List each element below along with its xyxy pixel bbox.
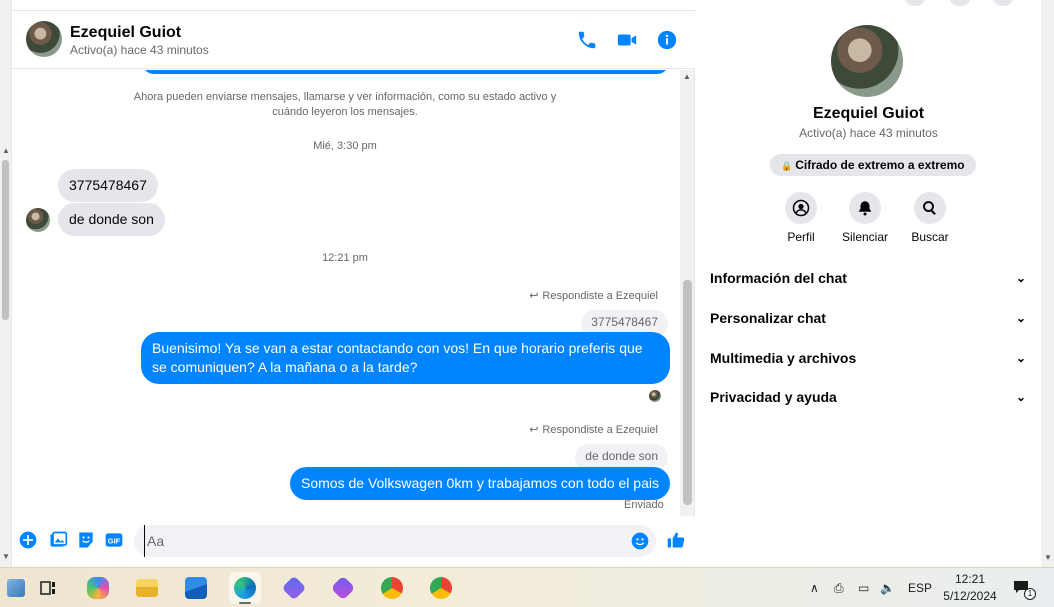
contact-profile-avatar[interactable] [831,25,903,97]
svg-text:GIF: GIF [108,536,121,545]
active-app-indicator [239,602,251,604]
chevron-down-icon: ⌄ [1015,271,1026,285]
search-icon[interactable] [914,192,946,224]
sent-status: Enviado [624,499,664,511]
message-input-wrapper[interactable] [134,525,656,557]
mail-icon[interactable] [180,572,212,604]
message-input[interactable] [144,525,614,557]
gif-icon[interactable]: GIF [104,530,124,550]
chat-scroll-thumb[interactable] [683,280,692,505]
scroll-up-arrow-icon[interactable]: ▲ [2,146,10,155]
info-contact-name: Ezequiel Guiot [812,105,925,122]
timestamp: Mié, 3:30 pm [313,140,377,152]
reply-arrow-icon: ↩ [529,290,539,302]
section-media-files[interactable]: Multimedia y archivos ⌄ [710,340,1026,376]
reply-arrow-icon: ↩ [529,424,539,436]
lock-icon: 🔒 [781,161,793,171]
message-list[interactable]: Ahora pueden enviarse mensajes, llamarse… [12,70,680,516]
scroll-down-arrow-icon[interactable]: ▼ [2,552,10,561]
copilot-app-icon[interactable] [327,572,359,604]
profile-action[interactable]: Perfil [766,192,836,244]
composer: GIF [12,516,695,568]
chevron-down-icon: ⌄ [1015,351,1026,365]
volume-icon[interactable]: 🔈 [880,568,895,607]
like-icon[interactable] [666,530,686,550]
incoming-message[interactable]: 3775478467 [58,169,158,202]
chevron-down-icon: ⌄ [1015,390,1026,404]
meet-now-icon[interactable]: ⎙ [834,568,844,607]
chrome-icon[interactable] [425,572,457,604]
emoji-icon[interactable] [630,531,650,551]
profile-label: Perfil [787,230,815,244]
plus-icon[interactable] [18,530,38,550]
reply-note: ↩ Respondiste a Ezequiel [529,290,658,302]
section-customize-chat[interactable]: Personalizar chat ⌄ [710,300,1026,336]
left-scrollbar[interactable]: ▲ ▼ [0,0,12,567]
phone-icon[interactable] [576,29,598,51]
top-strip [695,0,1041,10]
chat-header: Ezequiel Guiot Activo(a) hace 43 minutos [12,11,695,69]
chrome-profile-icon[interactable] [376,572,408,604]
scroll-down-arrow-icon[interactable]: ▼ [1044,553,1052,562]
widgets-icon[interactable] [0,572,32,604]
outgoing-message[interactable]: Buenisimo! Ya se van a estar contactando… [141,332,670,384]
outgoing-message[interactable]: Somos de Volkswagen 0km y trabajamos con… [290,467,670,500]
clock-time: 12:21 [954,572,986,586]
show-hidden-icons-icon[interactable]: ∧ [810,568,819,607]
section-chat-info[interactable]: Información del chat ⌄ [710,260,1026,296]
mute-label: Silenciar [841,230,889,244]
system-note: Ahora pueden enviarse mensajes, llamarse… [133,91,557,118]
messenger-window: ▲ ▼ Ezequiel Guiot Activo(a) hace 43 min… [0,0,1054,607]
chat-panel: Ezequiel Guiot Activo(a) hace 43 minutos… [12,10,695,568]
bell-icon[interactable] [849,192,881,224]
contact-small-avatar[interactable] [26,208,50,232]
section-privacy-help[interactable]: Privacidad y ayuda ⌄ [710,379,1026,415]
windows-taskbar: ∧ ⎙ ▭ 🔈 ESP 12:21 5/12/2024 1 [0,567,1054,607]
top-circle-icon[interactable] [905,0,925,6]
contact-name[interactable]: Ezequiel Guiot [70,24,181,42]
page-scrollbar[interactable]: ▼ [1041,0,1054,567]
sticker-icon[interactable] [76,530,96,550]
file-explorer-icon[interactable] [131,572,163,604]
top-avatar[interactable] [993,0,1013,6]
profile-icon[interactable] [785,192,817,224]
image-icon[interactable] [48,530,68,550]
encryption-badge[interactable]: 🔒 Cifrado de extremo a extremo [770,154,976,176]
notification-count-badge: 1 [1024,588,1036,600]
reply-note: ↩ Respondiste a Ezequiel [529,424,658,436]
chat-scrollbar[interactable]: ▲ [680,70,694,516]
clock-date: 5/12/2024 [943,589,997,603]
mute-action[interactable]: Silenciar [830,192,900,244]
previous-outgoing-bubble [142,70,669,74]
info-icon[interactable] [656,29,678,51]
left-scroll-thumb[interactable] [2,160,9,320]
incoming-message[interactable]: de donde son [58,203,165,236]
battery-icon[interactable]: ▭ [858,568,869,607]
video-camera-icon[interactable] [616,29,638,51]
system-clock[interactable]: 12:21 5/12/2024 [935,571,1005,605]
language-indicator[interactable]: ESP [908,568,932,607]
info-contact-status: Activo(a) hace 43 minutos [799,126,938,140]
search-action[interactable]: Buscar [895,192,965,244]
search-label: Buscar [911,230,949,244]
top-circle-icon[interactable] [950,0,970,6]
teams-icon[interactable] [278,572,310,604]
chat-info-panel: Ezequiel Guiot Activo(a) hace 43 minutos… [696,10,1041,567]
edge-icon[interactable] [229,572,261,604]
task-view-icon[interactable] [32,572,64,604]
scroll-up-arrow-icon[interactable]: ▲ [683,72,691,81]
timestamp: 12:21 pm [322,252,368,264]
contact-avatar[interactable] [26,21,62,57]
copilot-icon[interactable] [82,572,114,604]
contact-status: Activo(a) hace 43 minutos [70,43,209,57]
seen-avatar [649,390,661,402]
chevron-down-icon: ⌄ [1015,311,1026,325]
